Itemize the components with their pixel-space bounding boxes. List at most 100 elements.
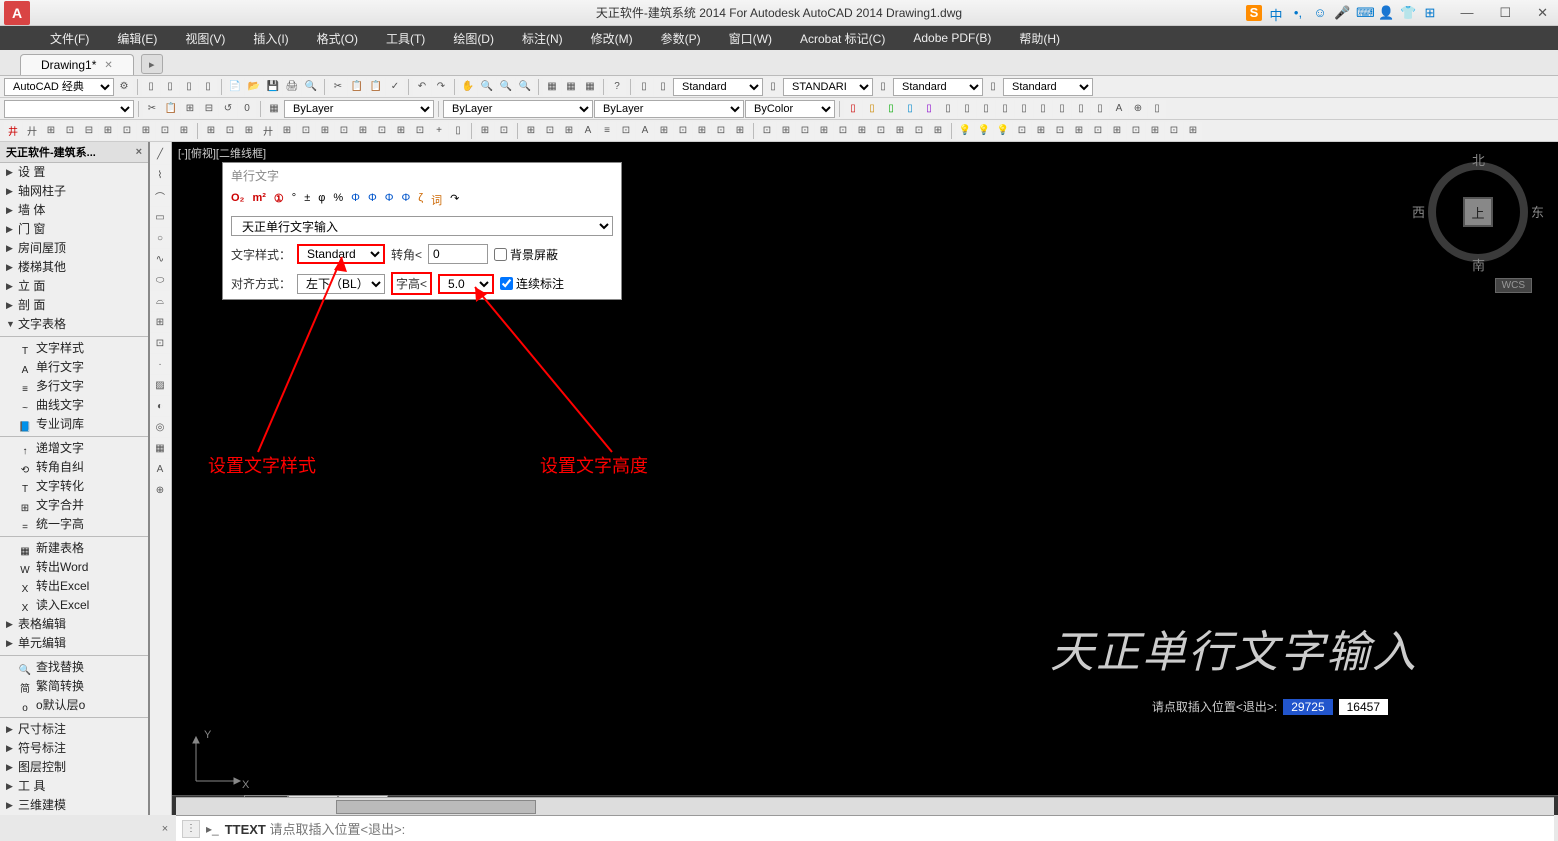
- d10[interactable]: ⊞: [175, 122, 193, 140]
- l4[interactable]: ▯: [874, 78, 892, 96]
- f7[interactable]: ⊡: [872, 122, 890, 140]
- menu-view[interactable]: 视图(V): [171, 26, 239, 51]
- g9[interactable]: ⊞: [1108, 122, 1126, 140]
- d1[interactable]: 井: [4, 122, 22, 140]
- e13[interactable]: ⊡: [712, 122, 730, 140]
- c8[interactable]: ▯: [977, 100, 995, 118]
- lang-icon[interactable]: 中: [1268, 5, 1284, 21]
- tree-item[interactable]: X读入Excel: [0, 596, 148, 615]
- d3[interactable]: ⊞: [42, 122, 60, 140]
- panel-collapse-icon[interactable]: ×: [158, 823, 172, 837]
- panel-close-icon[interactable]: ×: [136, 146, 142, 158]
- mtext-icon[interactable]: A: [150, 459, 170, 479]
- menu-param[interactable]: 参数(P): [647, 26, 715, 51]
- new-tab-button[interactable]: ▸: [141, 54, 163, 74]
- g12[interactable]: ⊡: [1165, 122, 1183, 140]
- t4[interactable]: ▯: [199, 78, 217, 96]
- f9[interactable]: ⊡: [910, 122, 928, 140]
- f3[interactable]: ⊡: [796, 122, 814, 140]
- d16[interactable]: ⊡: [297, 122, 315, 140]
- d6[interactable]: ⊞: [99, 122, 117, 140]
- compass-w[interactable]: 西: [1412, 202, 1425, 221]
- spline-icon[interactable]: ∿: [150, 249, 170, 269]
- tree-item[interactable]: ⊞文字合并: [0, 496, 148, 515]
- ime-icon[interactable]: S: [1246, 5, 1262, 21]
- d7[interactable]: ⊡: [118, 122, 136, 140]
- minimize-button[interactable]: —: [1454, 5, 1479, 21]
- tree-item[interactable]: ▶符号标注: [0, 739, 148, 758]
- compass-s[interactable]: 南: [1472, 255, 1485, 274]
- tree-item[interactable]: X转出Excel: [0, 577, 148, 596]
- region-icon[interactable]: ◎: [150, 417, 170, 437]
- e12[interactable]: ⊞: [693, 122, 711, 140]
- grid-icon[interactable]: ⊞: [1422, 5, 1438, 21]
- c10[interactable]: ▯: [1015, 100, 1033, 118]
- d13[interactable]: ⊞: [240, 122, 258, 140]
- d8[interactable]: ⊞: [137, 122, 155, 140]
- punct-icon[interactable]: •,: [1290, 5, 1306, 21]
- sym-o2[interactable]: O₂: [231, 192, 244, 208]
- d19[interactable]: ⊞: [354, 122, 372, 140]
- c2[interactable]: ▯: [863, 100, 881, 118]
- d18[interactable]: ⊡: [335, 122, 353, 140]
- f5[interactable]: ⊡: [834, 122, 852, 140]
- t2[interactable]: ▯: [161, 78, 179, 96]
- g10[interactable]: ⊡: [1127, 122, 1145, 140]
- r2c[interactable]: ⊞: [181, 100, 199, 118]
- close-tab-icon[interactable]: ✕: [104, 60, 112, 71]
- f8[interactable]: ⊞: [891, 122, 909, 140]
- table-icon[interactable]: ▦: [150, 438, 170, 458]
- g8[interactable]: ⊡: [1089, 122, 1107, 140]
- tree-item[interactable]: 简繁简转换: [0, 677, 148, 696]
- tree-item[interactable]: ▶门 窗: [0, 220, 148, 239]
- tree-item[interactable]: T文字样式: [0, 339, 148, 358]
- compass-e[interactable]: 东: [1531, 202, 1544, 221]
- arc-icon[interactable]: ⌒: [150, 186, 170, 206]
- menu-pdf[interactable]: Adobe PDF(B): [899, 27, 1005, 49]
- c5[interactable]: ▯: [920, 100, 938, 118]
- c13[interactable]: ▯: [1072, 100, 1090, 118]
- t3[interactable]: ▯: [180, 78, 198, 96]
- c11[interactable]: ▯: [1034, 100, 1052, 118]
- doc-tab-drawing1[interactable]: Drawing1* ✕: [20, 54, 134, 75]
- menu-file[interactable]: 文件(F): [36, 26, 103, 51]
- tree-item[interactable]: ▶立 面: [0, 277, 148, 296]
- tree-item[interactable]: ↑递增文字: [0, 439, 148, 458]
- command-line[interactable]: ⋮ ▸_ TTEXT 请点取插入位置<退出>:: [176, 815, 1554, 841]
- tree-item[interactable]: ▶表格编辑: [0, 615, 148, 634]
- g13[interactable]: ⊞: [1184, 122, 1202, 140]
- c6[interactable]: ▯: [939, 100, 957, 118]
- e6[interactable]: A: [579, 122, 597, 140]
- c9[interactable]: ▯: [996, 100, 1014, 118]
- sym-m2[interactable]: m²: [252, 192, 265, 208]
- point-icon[interactable]: ·: [150, 354, 170, 374]
- copy-icon[interactable]: 📋: [348, 78, 366, 96]
- zoom2-icon[interactable]: 🔍: [497, 78, 515, 96]
- tree-item[interactable]: ▶单元编辑: [0, 634, 148, 653]
- l3[interactable]: ▯: [764, 78, 782, 96]
- c16[interactable]: ⊕: [1129, 100, 1147, 118]
- r2b[interactable]: 📋: [162, 100, 180, 118]
- angle-input[interactable]: [428, 244, 488, 264]
- tree-item[interactable]: ▶房间屋顶: [0, 239, 148, 258]
- f4[interactable]: ⊞: [815, 122, 833, 140]
- c7[interactable]: ▯: [958, 100, 976, 118]
- d17[interactable]: ⊞: [316, 122, 334, 140]
- sym-circ[interactable]: ①: [274, 192, 284, 208]
- r2a[interactable]: ✂: [143, 100, 161, 118]
- sym-pct[interactable]: %: [333, 192, 343, 208]
- workspace-dropdown[interactable]: AutoCAD 经典: [4, 78, 114, 96]
- hatch-icon[interactable]: ▨: [150, 375, 170, 395]
- d11[interactable]: ⊞: [202, 122, 220, 140]
- sym-zeta[interactable]: ζ: [418, 192, 423, 208]
- e7[interactable]: ≡: [598, 122, 616, 140]
- tb-b[interactable]: ▦: [562, 78, 580, 96]
- d2[interactable]: 廾: [23, 122, 41, 140]
- line-icon[interactable]: ╱: [150, 144, 170, 164]
- c3[interactable]: ▯: [882, 100, 900, 118]
- d20[interactable]: ⊡: [373, 122, 391, 140]
- tree-item[interactable]: 📘专业词库: [0, 415, 148, 434]
- e8[interactable]: ⊡: [617, 122, 635, 140]
- maximize-button[interactable]: ☐: [1493, 5, 1517, 21]
- print-icon[interactable]: 🖨: [283, 78, 301, 96]
